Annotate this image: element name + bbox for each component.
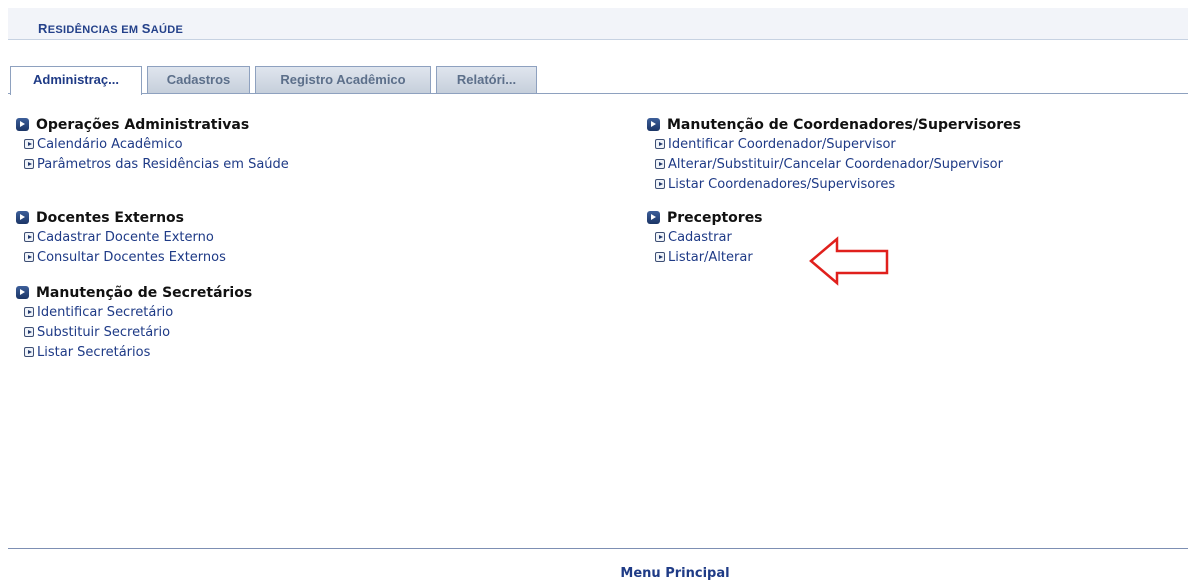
menu-item-listar-coordenadores[interactable]: Listar Coordenadores/Supervisores: [645, 175, 1021, 195]
section-title: Preceptores: [645, 208, 763, 228]
section-manutencao-coordenadores: Manutenção de Coordenadores/Supervisores…: [645, 115, 1021, 195]
menu-item-label: Parâmetros das Residências em Saúde: [37, 157, 289, 172]
section-bullet-icon: [16, 118, 29, 131]
section-title-text: Manutenção de Coordenadores/Supervisores: [667, 117, 1022, 133]
menu-item-label: Listar Secretários: [37, 345, 151, 360]
menu-item-label: Identificar Secretário: [37, 305, 174, 320]
title-part: ESIDÊNCIAS EM: [47, 24, 142, 36]
tab-bar: Administraç... Cadastros Registro Acadêm…: [8, 66, 1188, 95]
menu-item-listar-secretarios[interactable]: Listar Secretários: [14, 343, 252, 363]
tabs-divider: [8, 93, 1188, 94]
arrow-bullet-icon: [24, 327, 34, 337]
menu-item-listar-alterar-preceptor[interactable]: Listar/Alterar: [645, 248, 763, 268]
section-operacoes-administrativas: Operações Administrativas Calendário Aca…: [14, 115, 289, 175]
menu-item-label: Calendário Acadêmico: [37, 137, 183, 152]
red-left-arrow-icon: [809, 236, 889, 286]
arrow-bullet-icon: [24, 232, 34, 242]
section-title-text: Docentes Externos: [36, 210, 184, 226]
menu-item-identificar-coordenador[interactable]: Identificar Coordenador/Supervisor: [645, 135, 1021, 155]
menu-item-label: Cadastrar Docente Externo: [37, 230, 214, 245]
menu-item-calendario-academico[interactable]: Calendário Acadêmico: [14, 135, 289, 155]
section-docentes-externos: Docentes Externos Cadastrar Docente Exte…: [14, 208, 226, 268]
menu-item-substituir-secretario[interactable]: Substituir Secretário: [14, 323, 252, 343]
tab-cadastros[interactable]: Cadastros: [147, 66, 250, 93]
section-title-text: Manutenção de Secretários: [36, 285, 253, 301]
footer-divider: [8, 548, 1188, 549]
menu-item-label: Alterar/Substituir/Cancelar Coordenador/…: [668, 157, 1003, 172]
section-bullet-icon: [16, 211, 29, 224]
arrow-bullet-icon: [655, 252, 665, 262]
menu-item-label: Listar Coordenadores/Supervisores: [668, 177, 896, 192]
arrow-bullet-icon: [655, 179, 665, 189]
menu-item-label: Listar/Alterar: [668, 250, 753, 265]
title-part: AÚDE: [150, 24, 184, 36]
menu-item-consultar-docentes-externos[interactable]: Consultar Docentes Externos: [14, 248, 226, 268]
section-title: Manutenção de Secretários: [14, 283, 252, 303]
section-title: Manutenção de Coordenadores/Supervisores: [645, 115, 1021, 135]
arrow-bullet-icon: [24, 159, 34, 169]
section-title-text: Operações Administrativas: [36, 117, 250, 133]
menu-item-label: Identificar Coordenador/Supervisor: [668, 137, 896, 152]
menu-item-label: Substituir Secretário: [37, 325, 171, 340]
menu-item-parametros-residencias[interactable]: Parâmetros das Residências em Saúde: [14, 155, 289, 175]
title-part: S: [141, 21, 151, 36]
menu-item-label: Consultar Docentes Externos: [37, 250, 226, 265]
arrow-bullet-icon: [24, 139, 34, 149]
page-header: RESIDÊNCIAS EM SAÚDE: [8, 8, 1188, 40]
menu-item-alterar-coordenador[interactable]: Alterar/Substituir/Cancelar Coordenador/…: [645, 155, 1021, 175]
menu-item-identificar-secretario[interactable]: Identificar Secretário: [14, 303, 252, 323]
section-bullet-icon: [647, 211, 660, 224]
section-manutencao-secretarios: Manutenção de Secretários Identificar Se…: [14, 283, 252, 363]
arrow-bullet-icon: [655, 159, 665, 169]
arrow-bullet-icon: [24, 252, 34, 262]
section-bullet-icon: [647, 118, 660, 131]
title-part: R: [38, 21, 48, 36]
section-title: Docentes Externos: [14, 208, 226, 228]
section-bullet-icon: [16, 286, 29, 299]
arrow-bullet-icon: [655, 139, 665, 149]
arrow-bullet-icon: [24, 347, 34, 357]
section-title: Operações Administrativas: [14, 115, 289, 135]
section-title-text: Preceptores: [667, 210, 763, 226]
arrow-bullet-icon: [24, 307, 34, 317]
tab-relatorios[interactable]: Relatóri...: [436, 66, 537, 93]
section-preceptores: Preceptores Cadastrar Listar/Alterar: [645, 208, 763, 268]
arrow-bullet-icon: [655, 232, 665, 242]
menu-item-cadastrar-preceptor[interactable]: Cadastrar: [645, 228, 763, 248]
module-title: RESIDÊNCIAS EM SAÚDE: [38, 21, 183, 36]
menu-principal-link[interactable]: Menu Principal: [0, 566, 1188, 581]
menu-item-label: Cadastrar: [668, 230, 732, 245]
menu-item-cadastrar-docente-externo[interactable]: Cadastrar Docente Externo: [14, 228, 226, 248]
tab-administracao[interactable]: Administraç...: [10, 66, 142, 95]
tab-registro-academico[interactable]: Registro Acadêmico: [255, 66, 431, 93]
